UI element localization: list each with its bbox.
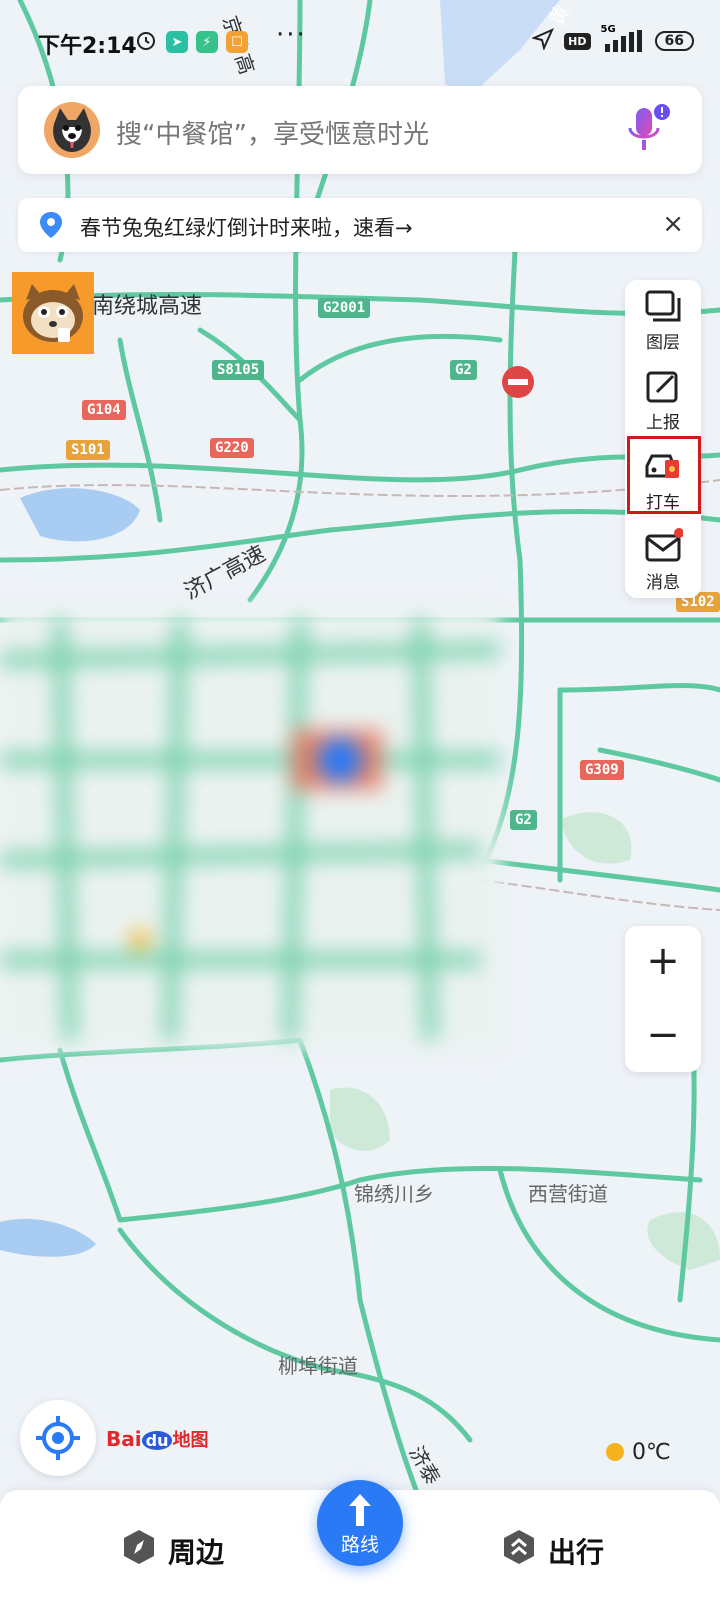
map-label: 西营街道 <box>528 1182 608 1206</box>
road-shield: G2001 <box>318 298 371 318</box>
hd-icon: HD <box>564 32 591 50</box>
promo-notice-bar[interactable]: 春节兔兔红绿灯倒计时来啦，速看→ × <box>18 198 702 252</box>
notification-icons: ➤ ⚡ ☐ <box>134 28 248 56</box>
road-shield: G220 <box>210 438 254 458</box>
zoom-control: + − <box>625 926 701 1072</box>
road-shield: S101 <box>66 440 110 460</box>
road-shield: S8105 <box>212 360 265 380</box>
avatar[interactable] <box>44 102 100 158</box>
locate-icon <box>20 1416 96 1480</box>
status-bar: 下午2:14 ➤ ⚡ ☐ ··· HD 5G 66 <box>0 0 720 80</box>
layers-icon <box>643 288 683 326</box>
message-button[interactable]: 消息 <box>625 520 701 598</box>
road-shield: G2 <box>450 360 477 380</box>
map-label: 南绕城高速 <box>92 294 203 319</box>
app-notification-icon: ☐ <box>226 31 248 53</box>
tool-label: 图层 <box>646 333 680 353</box>
signal-icon: 5G <box>601 24 645 52</box>
notice-text[interactable]: 春节兔兔红绿灯倒计时来啦，速看→ <box>80 212 413 242</box>
tool-label: 上报 <box>646 413 680 433</box>
voice-search-icon[interactable] <box>624 102 672 158</box>
map-label: 柳埠街道 <box>278 1354 358 1378</box>
logo-text: Bai <box>106 1427 142 1451</box>
location-pin-icon <box>36 210 66 244</box>
report-button[interactable]: 上报 <box>625 360 701 438</box>
sun-icon <box>606 1443 624 1461</box>
nav-label: 周边 <box>168 1535 225 1569</box>
power-app-icon: ⚡ <box>196 31 218 53</box>
zoom-out-button[interactable]: − <box>625 1000 701 1070</box>
zoom-in-button[interactable]: + <box>625 926 701 996</box>
search-bar[interactable]: 搜“中餐馆”，享受惬意时光 <box>18 86 702 174</box>
layers-button[interactable]: 图层 <box>625 280 701 358</box>
route-label: 路线 <box>340 1534 379 1556</box>
more-notifications-icon: ··· <box>276 20 307 50</box>
road-shield: G309 <box>580 760 624 780</box>
route-arrow-icon <box>345 1492 375 1532</box>
report-icon <box>643 368 683 406</box>
weather-widget[interactable]: 0℃ <box>606 1440 671 1465</box>
message-icon <box>643 528 684 566</box>
highlight-box <box>627 436 701 514</box>
map-label: 锦绣川乡 <box>354 1182 434 1206</box>
locate-button[interactable] <box>20 1400 96 1476</box>
travel-icon <box>500 1528 538 1573</box>
blurred-city-area <box>0 608 501 1048</box>
status-time: 下午2:14 <box>38 34 137 59</box>
status-right: HD 5G 66 <box>531 24 694 54</box>
mascot-promo-icon[interactable] <box>12 272 94 354</box>
route-button[interactable]: 路线 <box>317 1480 403 1566</box>
alarm-icon <box>134 28 158 56</box>
send-app-icon: ➤ <box>166 31 188 53</box>
travel-tab[interactable]: 出行 <box>500 1528 604 1573</box>
logo-paw: du <box>141 1431 173 1450</box>
compass-icon <box>120 1528 158 1573</box>
traffic-restriction-marker[interactable] <box>502 366 534 398</box>
road-shield: G2 <box>510 810 537 830</box>
battery-icon: 66 <box>654 31 694 51</box>
nearby-tab[interactable]: 周边 <box>120 1528 224 1573</box>
baidu-map-logo: Bai du 地图 <box>106 1426 208 1452</box>
temperature: 0℃ <box>632 1440 671 1465</box>
close-icon[interactable]: × <box>662 210 684 238</box>
logo-text: 地图 <box>172 1430 209 1451</box>
location-arrow-icon <box>531 28 555 54</box>
tool-label: 消息 <box>646 573 680 593</box>
network-type: 5G <box>600 24 616 35</box>
road-shield: G104 <box>82 400 126 420</box>
search-input[interactable]: 搜“中餐馆”，享受惬意时光 <box>116 114 429 151</box>
nav-label: 出行 <box>548 1535 605 1569</box>
